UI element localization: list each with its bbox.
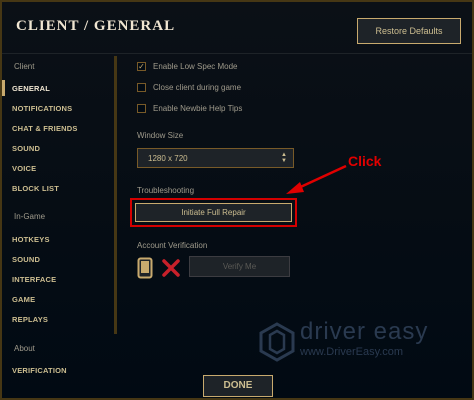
window-size-label: Window Size	[137, 131, 184, 140]
checkbox[interactable]	[137, 104, 146, 113]
sidebar-item-interface[interactable]: INTERFACE	[12, 275, 56, 284]
sidebar-divider	[114, 56, 117, 334]
active-indicator	[2, 80, 5, 96]
sidebar-section-client: Client	[14, 62, 35, 71]
sidebar-item-voice[interactable]: VOICE	[12, 164, 36, 173]
page-title: CLIENT / GENERAL	[16, 18, 176, 34]
checkbox[interactable]	[137, 83, 146, 92]
watermark-title: driver easy	[300, 318, 429, 345]
done-button[interactable]: DONE	[203, 375, 273, 397]
highlight-box: Initiate Full Repair	[130, 198, 297, 227]
sidebar-item-block-list[interactable]: BLOCK LIST	[12, 184, 59, 193]
header: CLIENT / GENERAL Restore Defaults	[2, 2, 472, 54]
troubleshooting-label: Troubleshooting	[137, 186, 195, 195]
checkbox-checked[interactable]: ✓	[137, 62, 146, 71]
sidebar-section-about: About	[14, 344, 35, 353]
sidebar-item-chat-friends[interactable]: CHAT & FRIENDS	[12, 124, 78, 133]
sidebar-item-game[interactable]: GAME	[12, 295, 35, 304]
account-verification-label: Account Verification	[137, 241, 208, 250]
option-close-client[interactable]: Close client during game	[137, 83, 241, 92]
restore-defaults-button[interactable]: Restore Defaults	[357, 18, 461, 44]
arrow-icon	[286, 164, 347, 194]
select-arrows-icon: ▲ ▼	[281, 152, 287, 164]
sidebar-item-notifications[interactable]: NOTIFICATIONS	[12, 104, 72, 113]
window-size-value: 1280 x 720	[148, 154, 188, 163]
driver-easy-logo	[259, 322, 295, 362]
watermark-url: www.DriverEasy.com	[300, 346, 404, 358]
option-low-spec-mode[interactable]: ✓ Enable Low Spec Mode	[137, 62, 238, 71]
initiate-full-repair-button[interactable]: Initiate Full Repair	[135, 203, 292, 222]
verify-me-button[interactable]: Verify Me	[189, 256, 290, 277]
sidebar-item-sound[interactable]: SOUND	[12, 144, 40, 153]
sidebar: Client GENERAL NOTIFICATIONS CHAT & FRIE…	[2, 54, 114, 375]
click-annotation: Click	[348, 153, 382, 169]
option-label: Enable Low Spec Mode	[153, 62, 238, 71]
window-size-select[interactable]: 1280 x 720 ▲ ▼	[137, 148, 294, 168]
sidebar-item-hotkeys[interactable]: HOTKEYS	[12, 235, 50, 244]
phone-icon	[137, 257, 153, 279]
sidebar-item-replays[interactable]: REPLAYS	[12, 315, 48, 324]
sidebar-section-ingame: In-Game	[14, 212, 46, 221]
sidebar-item-general[interactable]: GENERAL	[12, 84, 50, 93]
option-label: Enable Newbie Help Tips	[153, 104, 243, 113]
close-icon	[162, 259, 180, 277]
footer: DONE	[2, 374, 472, 398]
option-newbie-tips[interactable]: Enable Newbie Help Tips	[137, 104, 242, 113]
option-label: Close client during game	[153, 83, 242, 92]
sidebar-item-ingame-sound[interactable]: SOUND	[12, 255, 40, 264]
